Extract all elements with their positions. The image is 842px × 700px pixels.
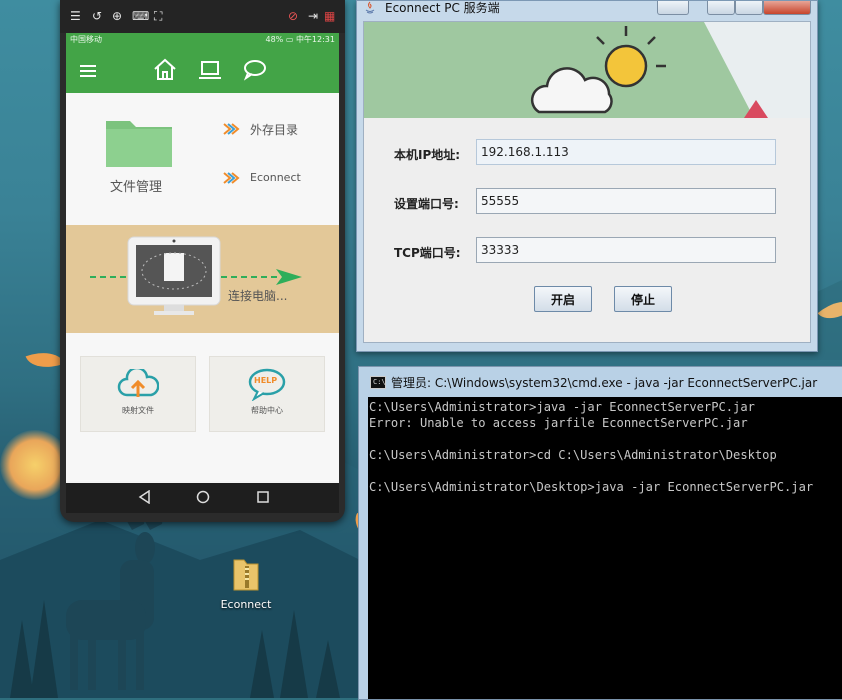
double-chevron-icon bbox=[223, 123, 240, 135]
console-lines: C:\Users\Administrator>java -jar Econnec… bbox=[368, 397, 842, 495]
apps-icon[interactable]: ▦ bbox=[324, 9, 335, 23]
tile-help-center-label: 帮助中心 bbox=[251, 406, 283, 415]
home-icon[interactable] bbox=[152, 57, 178, 81]
link-external-storage[interactable]: 外存目录 bbox=[250, 121, 298, 138]
cmd-window: C:\ 管理员: C:\Windows\system32\cmd.exe - j… bbox=[358, 366, 842, 700]
window-client-area: 本机IP地址: 设置端口号: TCP端口号: 开启 停止 bbox=[363, 21, 811, 343]
help-badge: HELP bbox=[254, 376, 278, 385]
rotate-icon[interactable]: ↺ bbox=[92, 9, 102, 23]
weather-banner bbox=[364, 22, 810, 118]
home-circle-icon[interactable] bbox=[196, 490, 210, 504]
close-button[interactable] bbox=[763, 1, 811, 15]
recents-icon[interactable] bbox=[256, 490, 270, 504]
tcp-port-label: TCP端口号: bbox=[394, 246, 461, 260]
connect-pc-label: 连接电脑... bbox=[228, 289, 288, 303]
console-line: C:\Users\Administrator>cd C:\Users\Admin… bbox=[369, 448, 777, 462]
tile-map-files[interactable]: 映射文件 bbox=[80, 356, 196, 432]
desktop-icon-label: Econnect bbox=[220, 598, 272, 611]
fullscreen-icon[interactable]: ⛶ bbox=[154, 9, 162, 23]
link-econnect[interactable]: Econnect bbox=[250, 171, 301, 184]
chat-icon[interactable] bbox=[242, 57, 268, 81]
connect-illustration bbox=[90, 236, 302, 315]
cmd-titlebar[interactable]: C:\ 管理员: C:\Windows\system32\cmd.exe - j… bbox=[359, 367, 842, 395]
stop-button[interactable]: 停止 bbox=[614, 286, 672, 312]
tools-panel: 映射文件 HELP 帮助中心 bbox=[66, 333, 339, 481]
file-manager-label[interactable]: 文件管理 bbox=[110, 176, 162, 195]
desktop-icon-econnect[interactable]: Econnect bbox=[220, 556, 272, 611]
console-line: C:\Users\Administrator\Desktop>java -jar… bbox=[369, 480, 814, 494]
status-right: 48% ▭ 中午12:31 bbox=[266, 33, 336, 47]
folder-icon[interactable] bbox=[104, 113, 174, 169]
folder-zip-icon bbox=[233, 559, 259, 591]
window-title: Econnect PC 服务端 bbox=[385, 1, 500, 15]
restore-down-icon[interactable] bbox=[657, 1, 689, 15]
battery-icon: ▭ bbox=[285, 35, 294, 44]
cmd-title: 管理员: C:\Windows\system32\cmd.exe - java … bbox=[391, 376, 818, 390]
console-line: C:\Users\Administrator>java -jar Econnec… bbox=[369, 400, 755, 414]
app-bar bbox=[66, 47, 339, 93]
keyboard-icon[interactable]: ⌨ bbox=[132, 9, 149, 23]
phone-mirror-window: ☰ ↺ ⊕ ⌨ ⛶ ⊘ ⇥ ▦ 中国移动 48% ▭ 中午12:31 文件管理 … bbox=[60, 0, 345, 522]
battery-label: 48% bbox=[265, 35, 284, 44]
exit-icon[interactable]: ⇥ bbox=[308, 9, 318, 23]
list-icon[interactable]: ☰ bbox=[70, 9, 81, 23]
window-titlebar[interactable]: Econnect PC 服务端 bbox=[357, 1, 817, 19]
laptop-icon[interactable] bbox=[197, 57, 223, 81]
tcp-port-field[interactable] bbox=[476, 237, 776, 263]
port-field[interactable] bbox=[476, 188, 776, 214]
double-chevron-icon bbox=[223, 172, 240, 184]
android-nav-bar bbox=[66, 483, 339, 513]
start-button[interactable]: 开启 bbox=[534, 286, 592, 312]
connect-panel[interactable]: 连接电脑... bbox=[66, 225, 339, 333]
sun-cloud-illustration bbox=[530, 22, 810, 118]
econnect-server-window: Econnect PC 服务端 本机IP地址: 设置端口号: TCP端口号: 开… bbox=[356, 0, 818, 352]
console-output[interactable]: C:\Users\Administrator>java -jar Econnec… bbox=[368, 397, 842, 699]
java-icon bbox=[365, 1, 375, 14]
ip-address-field[interactable] bbox=[476, 139, 776, 165]
time-label: 中午12:31 bbox=[295, 35, 335, 44]
cmd-icon: C:\ bbox=[370, 376, 386, 389]
maximize-button[interactable] bbox=[735, 1, 763, 15]
mute-icon[interactable]: ⊘ bbox=[288, 9, 298, 23]
carrier-label: 中国移动 bbox=[70, 35, 102, 44]
file-panel: 文件管理 外存目录 Econnect bbox=[66, 93, 339, 225]
console-line: Error: Unable to access jarfile Econnect… bbox=[369, 416, 748, 430]
status-bar: 中国移动 48% ▭ 中午12:31 bbox=[66, 33, 339, 47]
tile-map-files-label: 映射文件 bbox=[122, 406, 154, 415]
phone-toolbar: ☰ ↺ ⊕ ⌨ ⛶ ⊘ ⇥ ▦ bbox=[60, 0, 345, 33]
ip-address-label: 本机IP地址: bbox=[394, 148, 461, 162]
zoom-icon[interactable]: ⊕ bbox=[112, 9, 122, 23]
phone-screen: 中国移动 48% ▭ 中午12:31 文件管理 外存目录 Econnect 连接… bbox=[66, 33, 339, 513]
back-icon[interactable] bbox=[138, 490, 152, 504]
cloud-upload-icon bbox=[117, 369, 159, 397]
port-label: 设置端口号: bbox=[394, 197, 459, 211]
menu-icon[interactable] bbox=[80, 65, 96, 77]
minimize-button[interactable] bbox=[707, 1, 735, 15]
tile-help-center[interactable]: HELP 帮助中心 bbox=[209, 356, 325, 432]
